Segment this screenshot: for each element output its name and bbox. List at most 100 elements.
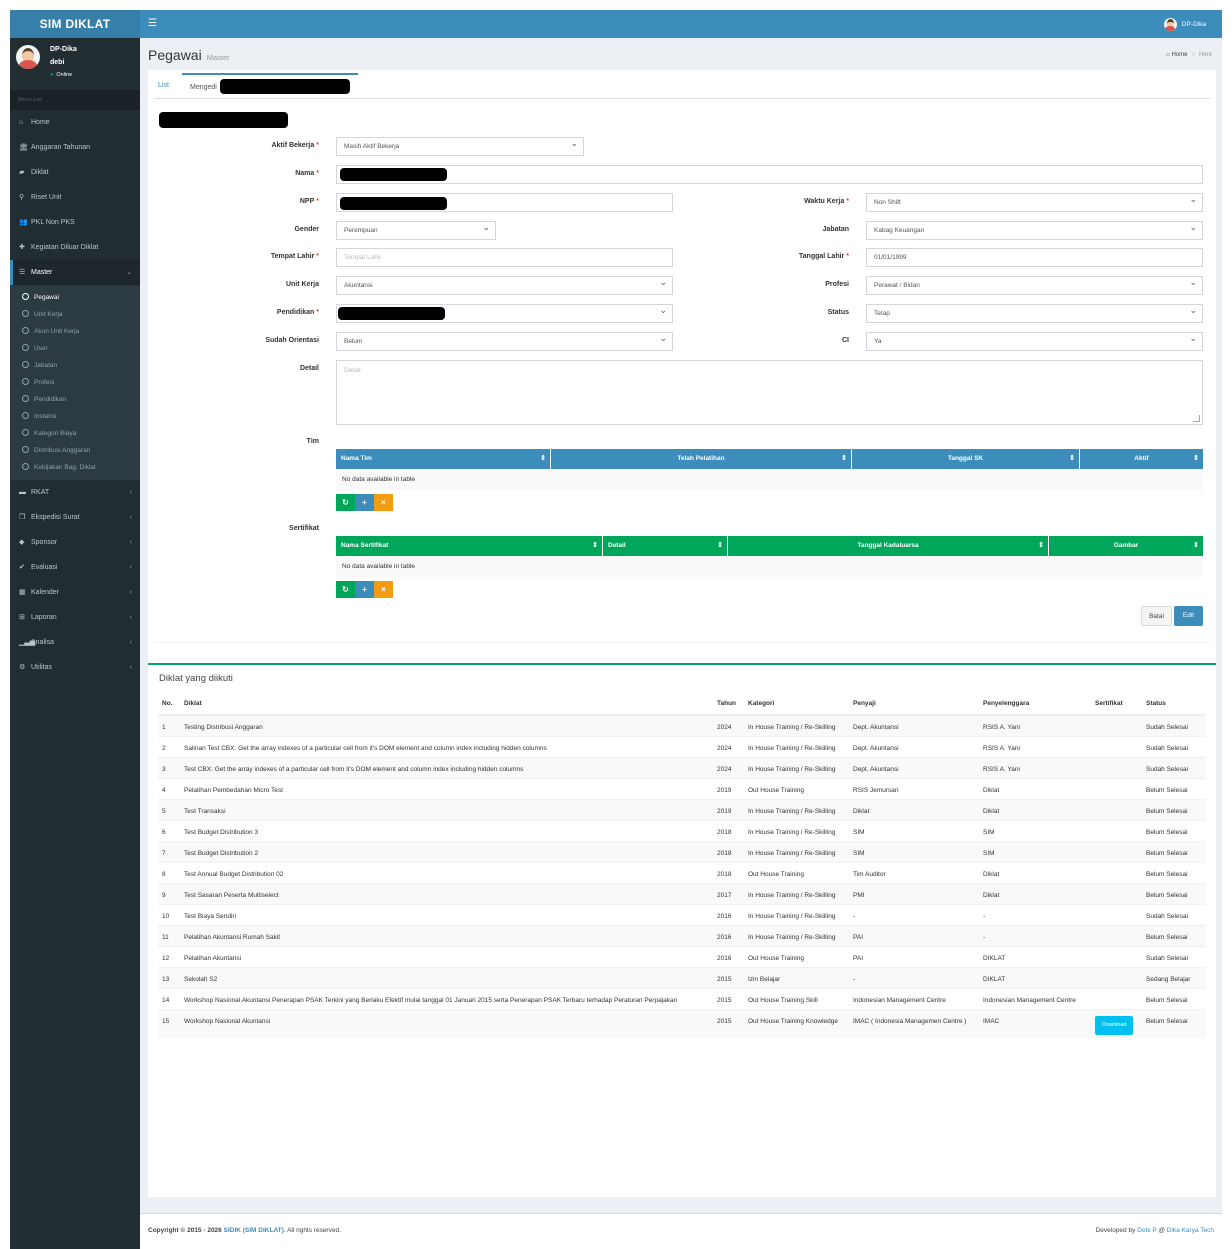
sert-col-nama[interactable]: Nama Sertifikat ⇕ <box>336 536 602 556</box>
submenu-item-pegawai[interactable]: Pegawai <box>10 289 140 306</box>
table-cell <box>1091 757 1142 779</box>
refresh-icon[interactable]: ↻ <box>336 494 355 511</box>
sidebar-item-analisa[interactable]: ▁▃▅Analisa ‹ <box>10 630 140 655</box>
jabatan-label: Jabatan <box>822 226 849 233</box>
circle-icon <box>22 463 29 470</box>
sidebar-item-pkl-non-pks[interactable]: 👥 PKL Non PKS <box>10 210 140 235</box>
add-icon[interactable]: + <box>355 581 374 598</box>
sidebar-user-panel: DP-Dika debi Online <box>10 38 140 90</box>
submenu-item-label: Pegawai <box>34 294 59 301</box>
home-icon: ⌂ <box>1166 52 1170 58</box>
sidebar-item-sponsor[interactable]: ◆ Sponsor ‹ <box>10 530 140 555</box>
profesi-select[interactable]: Perawat / Bidan <box>866 274 1203 295</box>
table-cell: 11 <box>158 925 180 947</box>
sert-col-detail[interactable]: Detail ⇕ <box>603 536 727 556</box>
diklat-col-penyelenggara[interactable]: Penyelenggara <box>979 693 1091 716</box>
sidebar-item-master[interactable]: ☰ Master ⌄ <box>10 260 140 285</box>
jabatan-select[interactable]: Kabag Keuangan <box>866 219 1203 240</box>
table-cell: IMAC ( Indonesia Managemen Centre ) <box>849 1009 979 1038</box>
sert-col-kadaluarsa[interactable]: Tanggal Kadaluarsa ⇕ <box>728 536 1048 556</box>
table-cell: 2019 <box>713 778 744 800</box>
submenu-item-akun-unit-kerja[interactable]: Akun Unit Kerja <box>10 323 140 340</box>
add-icon[interactable]: + <box>355 494 374 511</box>
sidebar-item-kalender[interactable]: ▦ Kalender ‹ <box>10 580 140 605</box>
sidebar-item-label: Kalender <box>31 589 60 596</box>
app-logo[interactable]: SIM DIKLAT <box>10 10 140 38</box>
tab-list[interactable]: List <box>158 73 169 98</box>
sidebar: DP-Dika debi Online Menu List ⌂ Home 🏛Angg… <box>10 38 140 1249</box>
unit-kerja-select[interactable]: Akuntansi <box>336 274 673 295</box>
footer-app-link[interactable]: SIDIK (SIM DIKLAT). <box>224 1227 286 1234</box>
table-cell: Izin Belajar <box>744 967 849 989</box>
submenu-item-user[interactable]: User <box>10 340 140 357</box>
diklat-col-status[interactable]: Status <box>1142 693 1206 716</box>
submenu-item-jabatan[interactable]: Jabatan <box>10 357 140 374</box>
remove-icon[interactable]: × <box>374 494 393 511</box>
ci-select[interactable]: Ya <box>866 330 1203 351</box>
submenu-item-instansi[interactable]: Instansi <box>10 408 140 425</box>
submenu-item-pendidikan[interactable]: Pendidikan <box>10 391 140 408</box>
sidebar-item-riset-unit[interactable]: ⚲ Riset Unit <box>10 185 140 210</box>
submenu-item-distribusi-anggaran[interactable]: Distribusi Anggaran <box>10 442 140 459</box>
user-menu[interactable]: DP-Dika <box>1163 10 1206 38</box>
tempat-lahir-input[interactable]: Tempat Lahir <box>336 248 673 267</box>
sidebar-item-anggaran-tahunan[interactable]: 🏛 Anggaran Tahunan <box>10 135 140 160</box>
aktif-select[interactable]: Masih Aktif Bekerja <box>336 135 584 156</box>
diklat-col-sertifikat[interactable]: Sertifikat <box>1091 693 1142 716</box>
table-row: 12 Pelatihan Akuntansi 2016 Out House Train… <box>158 946 1206 968</box>
redacted-npp <box>340 197 447 210</box>
status-label: Status <box>827 309 849 316</box>
diklat-col-no[interactable]: No. <box>158 693 180 716</box>
nama-label: Nama * <box>295 170 319 177</box>
table-row: 2 Salinan Test CBX: Get the array indexes… <box>158 736 1206 758</box>
footer-copyright: Copyright © 2015 - 2026 SIDIK (SIM DIKLA… <box>148 1227 341 1234</box>
table-cell: 10 <box>158 904 180 926</box>
download-button[interactable]: Download <box>1095 1016 1134 1035</box>
table-cell: Diklat <box>979 799 1091 821</box>
nama-input[interactable] <box>336 165 1203 184</box>
sidebar-item-utilitas[interactable]: ⚙ Utilitas ‹ <box>10 655 140 680</box>
diklat-col-tahun[interactable]: Tahun <box>713 693 744 716</box>
page-title: Pegawai Master <box>148 47 230 63</box>
sert-col-gambar[interactable]: Gambar ⇕ <box>1049 536 1203 556</box>
ci-label: CI <box>842 337 849 344</box>
waktu-kerja-select[interactable]: Non Shift <box>866 191 1203 212</box>
submenu-item-label: Akun Unit Kerja <box>34 328 80 335</box>
breadcrumb-home[interactable]: Home <box>1171 52 1187 58</box>
circle-icon <box>22 378 29 385</box>
table-cell <box>1091 778 1142 800</box>
sidebar-item-kegiatan-diluar-diklat[interactable]: ✚ Kegiatan Diluar Diklat <box>10 235 140 260</box>
batal-button[interactable]: Batal <box>1141 606 1172 626</box>
sidebar-item-rkat[interactable]: ▬ RKAT ‹ <box>10 480 140 505</box>
submenu-item-unit-kerja[interactable]: Unit Kerja <box>10 306 140 323</box>
refresh-icon[interactable]: ↻ <box>336 581 355 598</box>
tim-col-pelatihan[interactable]: Telah Pelatihan ⇕ <box>551 449 851 469</box>
diklat-col-diklat[interactable]: Diklat <box>180 693 713 716</box>
developer-link[interactable]: Debi P <box>1137 1227 1156 1234</box>
tim-col-nama[interactable]: Nama Tim ⇕ <box>336 449 550 469</box>
orientasi-select[interactable]: Belum <box>336 330 673 351</box>
sidebar-item-diklat[interactable]: ▰ Diklat <box>10 160 140 185</box>
remove-icon[interactable]: × <box>374 581 393 598</box>
sidebar-item-home[interactable]: ⌂ Home <box>10 110 140 135</box>
edit-button[interactable]: Edit <box>1174 606 1203 626</box>
status-select[interactable]: Tetap <box>866 302 1203 323</box>
submenu-item-kebijakan-bag-diklat[interactable]: Kebijakan Bag. Diklat <box>10 459 140 476</box>
tanggal-lahir-input[interactable]: 01/01/1999 <box>866 248 1203 267</box>
sidebar-toggle-icon[interactable]: ☰ <box>148 10 157 38</box>
puzzle-icon: ✚ <box>19 244 25 251</box>
sidebar-item-laporan[interactable]: ⊞ Laporan ‹ <box>10 605 140 630</box>
diklat-col-penyaji[interactable]: Penyaji <box>849 693 979 716</box>
sidebar-item-evaluasi[interactable]: ✔ Evaluasi ‹ <box>10 555 140 580</box>
tim-col-aktif[interactable]: Aktif ⇕ <box>1080 449 1203 469</box>
company-link[interactable]: Dika Karya Tech <box>1167 1227 1214 1234</box>
tim-col-tanggal-sk[interactable]: Tanggal SK ⇕ <box>852 449 1079 469</box>
submenu-item-profesi[interactable]: Profesi <box>10 374 140 391</box>
diklat-col-kategori[interactable]: Kategori <box>744 693 849 716</box>
gender-select[interactable]: Perempuan <box>336 219 496 240</box>
diklat-history-card: Diklat yang diikuti No. Diklat Tahun Katego… <box>148 663 1216 1197</box>
table-cell <box>1091 799 1142 821</box>
sidebar-item-ekspedisi-surat[interactable]: ❐ Ekspedisi Surat ‹ <box>10 505 140 530</box>
detail-textarea[interactable]: Detail <box>336 360 1203 425</box>
submenu-item-kategori-biaya[interactable]: Kategori Biaya <box>10 425 140 442</box>
